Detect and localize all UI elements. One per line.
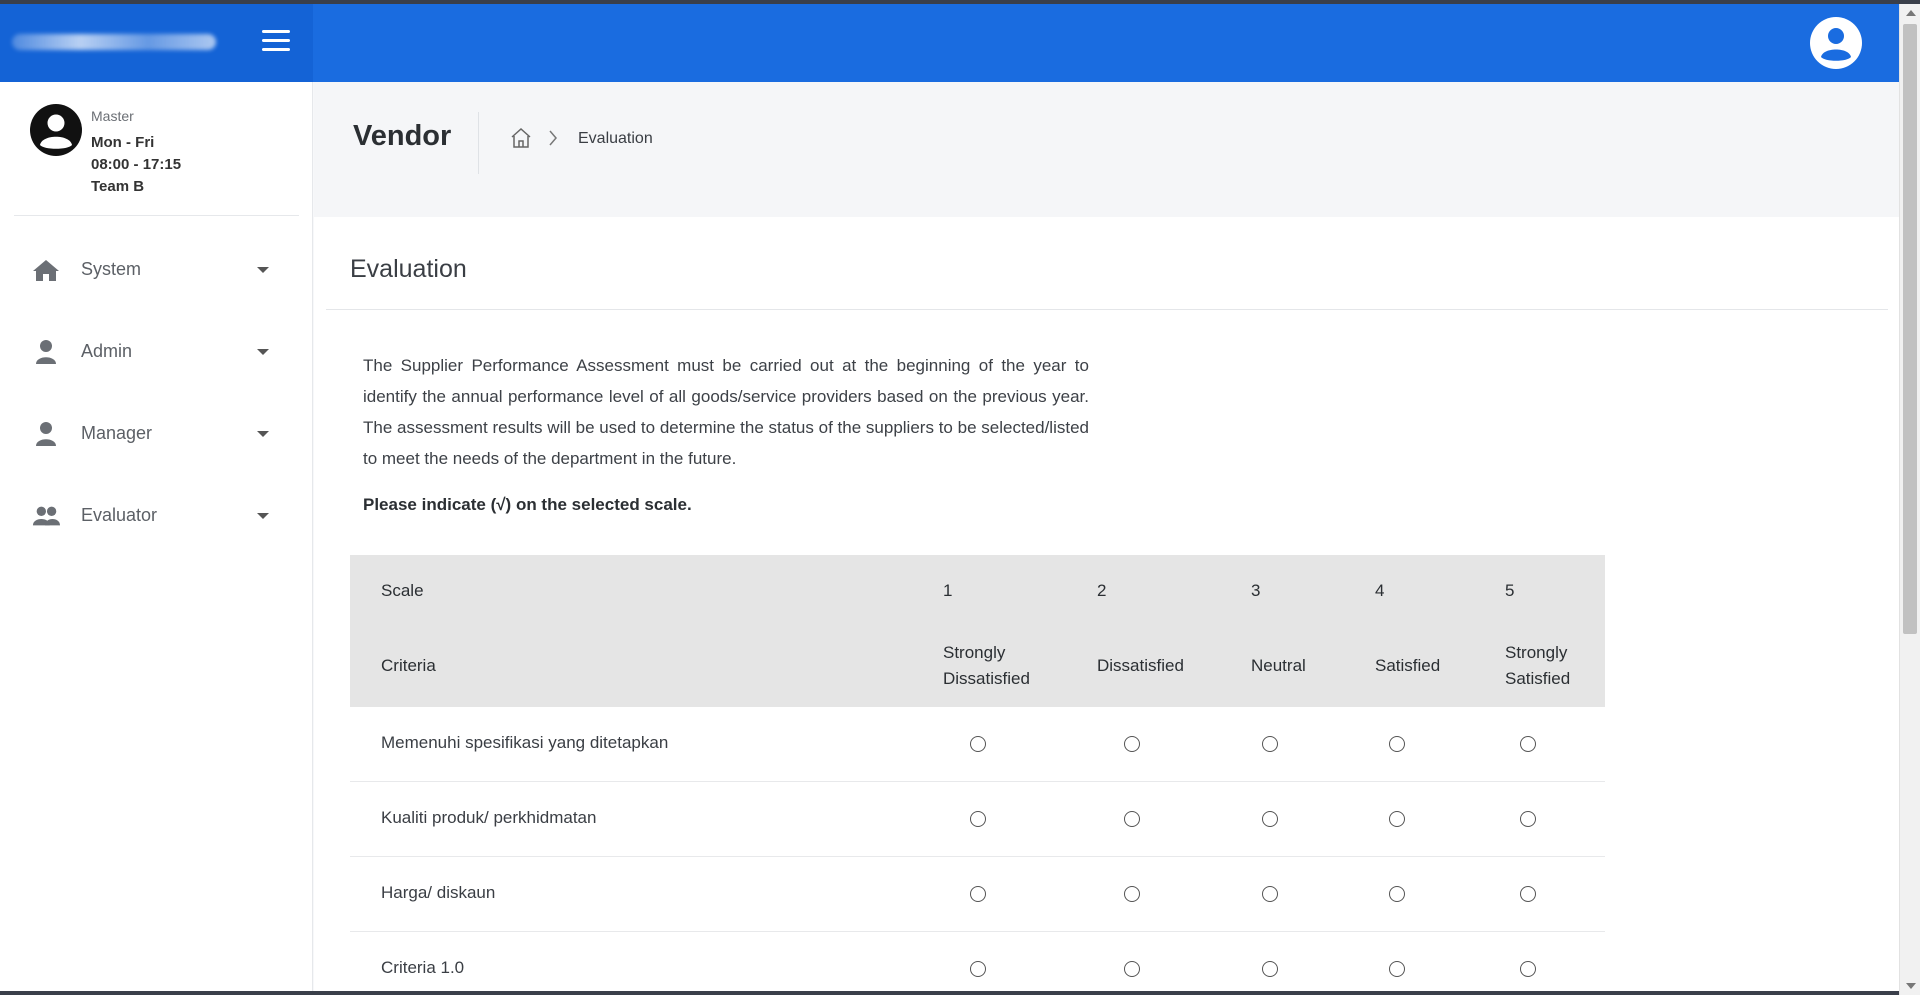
card-title: Evaluation bbox=[350, 255, 467, 283]
sidebar-item-label: System bbox=[81, 259, 142, 279]
radio-scale-3[interactable] bbox=[1262, 961, 1278, 977]
home-icon bbox=[33, 260, 59, 281]
radio-scale-5[interactable] bbox=[1520, 736, 1536, 752]
user-icon bbox=[36, 340, 56, 364]
radio-scale-3[interactable] bbox=[1262, 811, 1278, 827]
radio-scale-3[interactable] bbox=[1262, 886, 1278, 902]
radio-scale-1[interactable] bbox=[970, 736, 986, 752]
radio-scale-5[interactable] bbox=[1520, 886, 1536, 902]
scale-name-4: Satisfied bbox=[1375, 656, 1441, 675]
radio-scale-4[interactable] bbox=[1389, 961, 1405, 977]
user-circle-icon[interactable] bbox=[1810, 17, 1862, 69]
users-icon bbox=[32, 506, 60, 526]
scale-number: 1 bbox=[943, 581, 953, 600]
radio-scale-4[interactable] bbox=[1389, 736, 1405, 752]
scale-number: 4 bbox=[1375, 581, 1385, 600]
profile-hours: 08:00 - 17:15 bbox=[91, 156, 182, 173]
avatar-icon bbox=[30, 104, 82, 156]
top-navbar bbox=[0, 4, 1899, 82]
scale-header-label: Scale bbox=[381, 581, 424, 600]
criteria-label: Kualiti produk/ perkhidmatan bbox=[381, 808, 597, 827]
caret-down-icon bbox=[257, 267, 269, 273]
profile-team: Team B bbox=[91, 178, 145, 195]
hamburger-icon[interactable] bbox=[262, 30, 290, 54]
radio-scale-4[interactable] bbox=[1389, 811, 1405, 827]
sidebar: Master Mon - Fri 08:00 - 17:15 Team B Sy… bbox=[0, 82, 313, 995]
table-header: Scale Criteria 1 2 3 4 5 Strongly Dissati… bbox=[350, 555, 1605, 707]
table-row: Harga/ diskaun bbox=[350, 857, 1605, 932]
scale-number: 3 bbox=[1251, 581, 1261, 600]
radio-scale-2[interactable] bbox=[1124, 811, 1140, 827]
radio-scale-1[interactable] bbox=[970, 811, 986, 827]
criteria-label: Criteria 1.0 bbox=[381, 958, 465, 977]
home-outline-icon[interactable] bbox=[509, 126, 533, 150]
sidebar-item-label: Evaluator bbox=[81, 505, 158, 525]
intro-text: The Supplier Performance Assessment must… bbox=[363, 356, 1089, 468]
brand-area bbox=[0, 4, 313, 82]
chevron-right-icon bbox=[549, 130, 557, 146]
table-row: Kualiti produk/ perkhidmatan bbox=[350, 782, 1605, 857]
table-row: Criteria 1.0 bbox=[350, 932, 1605, 995]
scrollbar-thumb[interactable] bbox=[1903, 24, 1917, 634]
sidebar-item-evaluator[interactable]: Evaluator bbox=[0, 486, 313, 546]
radio-scale-3[interactable] bbox=[1262, 736, 1278, 752]
table-row: Memenuhi spesifikasi yang ditetapkan bbox=[350, 707, 1605, 782]
scale-number: 2 bbox=[1097, 581, 1107, 600]
scale-name-1: Strongly Dissatisfied bbox=[943, 643, 1030, 688]
sidebar-item-manager[interactable]: Manager bbox=[0, 404, 313, 464]
radio-scale-2[interactable] bbox=[1124, 886, 1140, 902]
title-divider bbox=[478, 112, 479, 174]
scroll-up-arrow-icon[interactable] bbox=[1906, 10, 1916, 16]
sidebar-item-label: Admin bbox=[81, 341, 133, 361]
sidebar-item-admin[interactable]: Admin bbox=[0, 322, 313, 382]
caret-down-icon bbox=[257, 431, 269, 437]
page-title: Vendor bbox=[353, 120, 452, 152]
sidebar-item-system[interactable]: System bbox=[0, 240, 313, 300]
profile-days: Mon - Fri bbox=[91, 134, 155, 151]
page-header: Vendor Evaluation bbox=[314, 82, 1899, 217]
scale-name-5: Strongly Satisfied bbox=[1505, 643, 1571, 688]
radio-scale-5[interactable] bbox=[1520, 811, 1536, 827]
profile-info: Master Mon - Fri 08:00 - 17:15 Team B bbox=[91, 108, 181, 198]
vertical-scrollbar[interactable] bbox=[1899, 4, 1920, 995]
scale-name-3: Neutral bbox=[1251, 656, 1306, 675]
breadcrumb-current: Evaluation bbox=[578, 130, 653, 147]
criteria-label: Harga/ diskaun bbox=[381, 883, 496, 902]
radio-scale-2[interactable] bbox=[1124, 961, 1140, 977]
scale-name-2: Dissatisfied bbox=[1097, 656, 1184, 675]
user-icon bbox=[36, 422, 56, 446]
criteria-label: Memenuhi spesifikasi yang ditetapkan bbox=[381, 733, 669, 752]
radio-scale-2[interactable] bbox=[1124, 736, 1140, 752]
divider bbox=[326, 309, 1888, 310]
scale-number: 5 bbox=[1505, 581, 1515, 600]
window-bottom-strip bbox=[0, 991, 1899, 995]
caret-down-icon bbox=[257, 513, 269, 519]
criteria-header-label: Criteria bbox=[381, 656, 436, 675]
evaluation-table: Scale Criteria 1 2 3 4 5 Strongly Dissati… bbox=[350, 555, 1605, 995]
instruction-text: Please indicate (√) on the selected scal… bbox=[363, 495, 692, 514]
radio-scale-4[interactable] bbox=[1389, 886, 1405, 902]
profile-role: Master bbox=[91, 108, 134, 124]
scroll-down-arrow-icon[interactable] bbox=[1906, 983, 1916, 989]
radio-scale-5[interactable] bbox=[1520, 961, 1536, 977]
sidebar-item-label: Manager bbox=[81, 423, 153, 443]
evaluation-card: Evaluation The Supplier Performance Asse… bbox=[314, 217, 1899, 995]
radio-scale-1[interactable] bbox=[970, 961, 986, 977]
caret-down-icon bbox=[257, 349, 269, 355]
radio-scale-1[interactable] bbox=[970, 886, 986, 902]
brand-logo[interactable] bbox=[12, 34, 216, 50]
profile-panel: Master Mon - Fri 08:00 - 17:15 Team B bbox=[14, 82, 299, 216]
